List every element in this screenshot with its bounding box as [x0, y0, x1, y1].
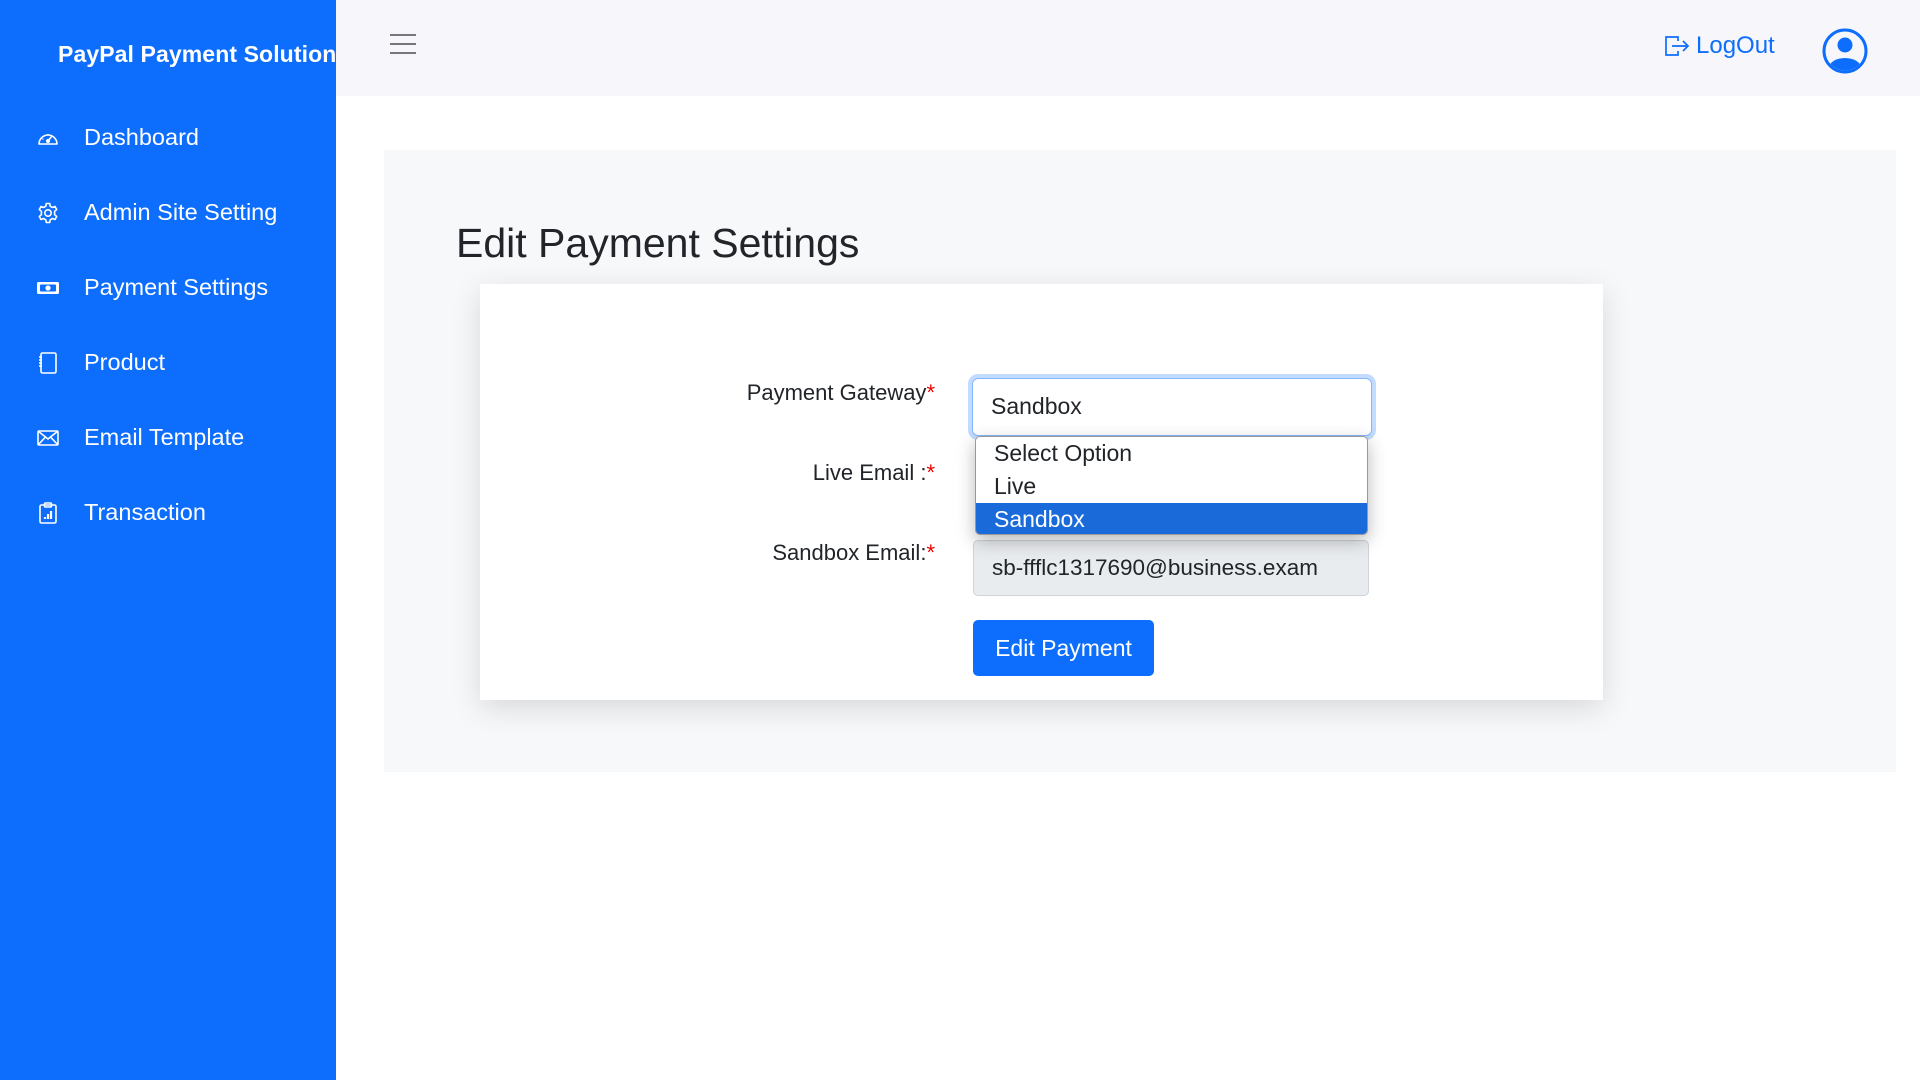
payment-gateway-select[interactable]: Sandbox — [972, 378, 1372, 436]
sidebar-item-dashboard[interactable]: Dashboard — [0, 100, 336, 175]
page-title: Edit Payment Settings — [456, 220, 860, 266]
sidebar-item-label: Dashboard — [84, 124, 199, 150]
sidebar-item-payment-settings[interactable]: Payment Settings — [0, 250, 336, 325]
gear-icon — [38, 202, 58, 223]
clipboard-chart-icon — [39, 501, 57, 524]
sandbox-email-field[interactable]: sb-ffflc1317690@business.exam — [973, 540, 1369, 596]
required-mark: * — [926, 540, 935, 565]
select-value: Sandbox — [991, 393, 1082, 419]
required-mark: * — [926, 380, 935, 405]
sidebar-item-admin-site-setting[interactable]: Admin Site Setting — [0, 175, 336, 250]
gateway-label-text: Payment Gateway — [746, 380, 927, 405]
option-select-option[interactable]: Select Option — [976, 437, 1367, 470]
gateway-label: Payment Gateway* — [747, 380, 935, 406]
content-panel: Edit Payment Settings Payment Gateway* S… — [384, 150, 1896, 772]
sidebar-item-label: Payment Settings — [84, 274, 269, 300]
live-email-label-text: Live Email : — [812, 460, 927, 485]
box-arrow-right-icon — [1665, 36, 1690, 56]
payment-settings-form: Payment Gateway* Sandbox Select Option L… — [480, 284, 1603, 700]
required-mark: * — [926, 460, 935, 485]
sidebar-item-label: Product — [84, 349, 165, 375]
hamburger-icon[interactable] — [390, 34, 416, 56]
sidebar-nav: Dashboard Admin Site Setting Payment Set… — [0, 100, 336, 550]
cash-icon — [37, 281, 59, 294]
sidebar-item-product[interactable]: Product — [0, 325, 336, 400]
sandbox-email-label: Sandbox Email:* — [772, 540, 935, 566]
top-header: LogOut — [336, 0, 1920, 96]
sidebar-item-email-template[interactable]: Email Template — [0, 400, 336, 475]
brand[interactable]: PayPal Payment Solution — [36, 36, 336, 72]
envelope-icon — [37, 429, 59, 446]
sandbox-email-label-text: Sandbox Email: — [772, 540, 927, 565]
sidebar: PayPal Payment Solution Dashboard Admin … — [0, 0, 336, 1080]
live-email-label: Live Email :* — [813, 460, 935, 486]
sidebar-item-label: Email Template — [84, 424, 245, 450]
person-circle-icon[interactable] — [1822, 28, 1868, 74]
brand-title: PayPal Payment Solution — [58, 40, 336, 67]
option-live[interactable]: Live — [976, 470, 1367, 503]
sidebar-item-label: Transaction — [84, 499, 206, 525]
edit-payment-button[interactable]: Edit Payment — [973, 620, 1154, 676]
notebook-icon — [39, 351, 57, 374]
sidebar-item-label: Admin Site Setting — [84, 199, 278, 225]
logout-label: LogOut — [1696, 32, 1775, 59]
speedometer-icon — [38, 133, 58, 145]
gateway-dropdown-list: Select Option Live Sandbox — [975, 436, 1368, 535]
option-sandbox[interactable]: Sandbox — [976, 503, 1367, 534]
logout-link[interactable]: LogOut — [1664, 32, 1775, 60]
sidebar-item-transaction[interactable]: Transaction — [0, 475, 336, 550]
